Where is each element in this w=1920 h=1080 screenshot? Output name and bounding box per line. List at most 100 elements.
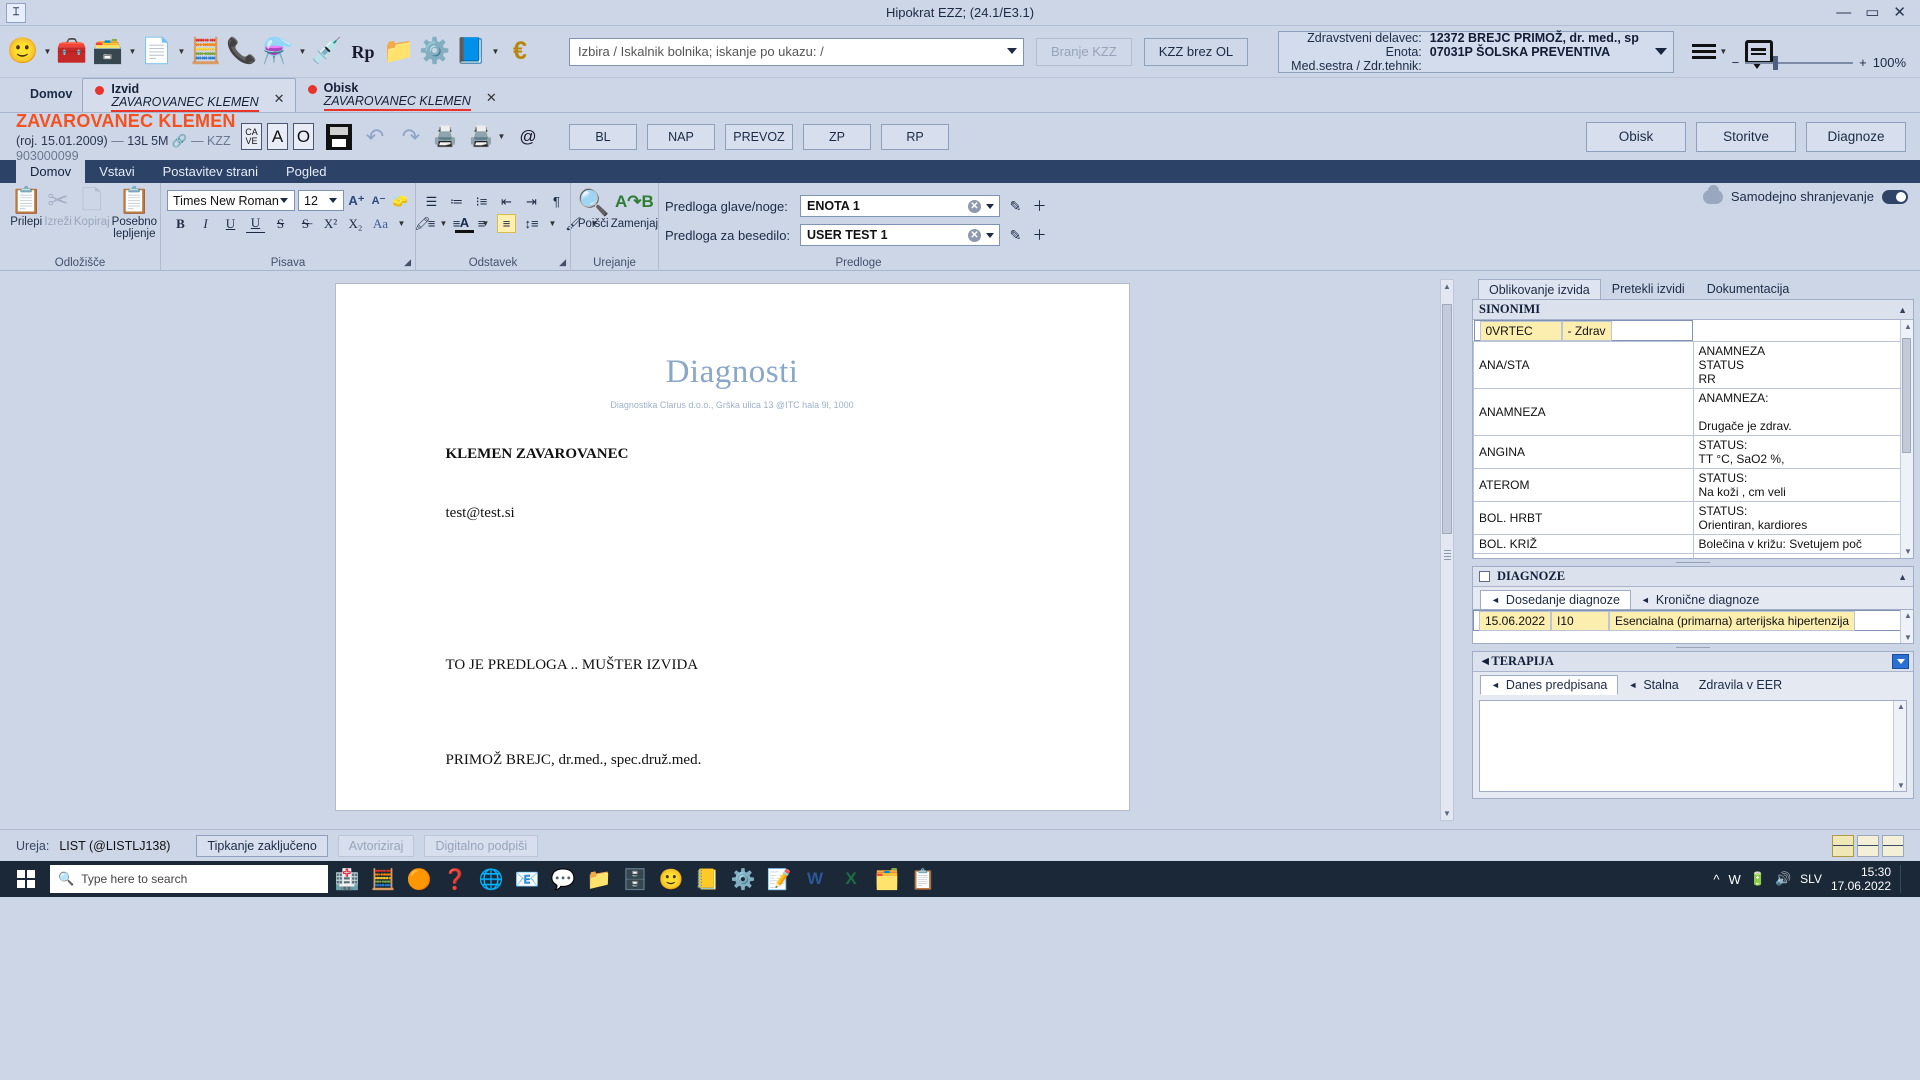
diagnoses-scroll-up-arrow[interactable]: ▲ <box>1904 611 1912 620</box>
header-template-select[interactable]: ENOTA 1 ✕ <box>800 195 1000 217</box>
font-group-expand-icon[interactable]: ◢ <box>404 257 411 268</box>
view-notes-icon[interactable] <box>1832 834 1854 857</box>
table-row[interactable]: ANAMNEZA ANAMNEZA: Drugače je zdrav. <box>1473 388 1913 436</box>
hamburger-dropdown-caret[interactable]: ▼ <box>1718 47 1729 56</box>
change-case-button[interactable]: Aa <box>371 214 390 233</box>
header-template-add-icon[interactable]: ＋ <box>1031 196 1048 216</box>
print-icon[interactable]: 🖨️ <box>430 123 460 151</box>
replace-button[interactable]: A↷B Zamenjaj <box>611 188 658 230</box>
undo-arrow-icon[interactable]: ↶ <box>362 124 388 150</box>
zoom-in-button[interactable]: + <box>1859 55 1867 70</box>
table-icon[interactable]: 🧮 <box>189 35 223 69</box>
zoom-slider-knob[interactable] <box>1773 55 1779 70</box>
numbered-list-icon[interactable]: ≔ <box>447 192 466 211</box>
taskbar-outlook-icon[interactable]: 📧 <box>510 862 544 896</box>
editor-scroll-up-arrow[interactable]: ▲ <box>1443 282 1451 291</box>
editor-scroll-down-arrow[interactable]: ▼ <box>1443 809 1451 818</box>
diagnoses-collapse-icon[interactable]: ▲ <box>1898 572 1907 582</box>
therapy-textarea[interactable]: ▲ ▼ <box>1479 700 1907 792</box>
therapy-filter-button[interactable] <box>1892 654 1909 669</box>
shrink-font-icon[interactable]: A⁻ <box>369 191 388 210</box>
taskbar-excel-icon[interactable]: X <box>834 862 868 896</box>
taskbar-folder-icon[interactable]: 📒 <box>690 862 724 896</box>
document-icon[interactable]: 📄 <box>140 35 174 69</box>
diagnoses-checkbox[interactable] <box>1479 571 1490 582</box>
subscript-button[interactable]: X₂ <box>346 214 365 233</box>
digital-sign-button[interactable]: Digitalno podpiši <box>424 834 539 857</box>
document-page[interactable]: Diagnosti Diagnostika Clarus d.o.o., Grš… <box>334 283 1130 811</box>
therapy-scroll-down-arrow[interactable]: ▼ <box>1897 781 1905 790</box>
blue-book-icon[interactable]: 📘 <box>454 35 488 69</box>
practitioner-dropdown-caret[interactable] <box>1654 48 1667 55</box>
align-justify-icon[interactable]: ≡ <box>497 214 516 233</box>
subtab-kronicne-diagnoze[interactable]: ◄ Kronične diagnoze <box>1631 591 1769 609</box>
taskbar-help-icon[interactable]: ❓ <box>438 862 472 896</box>
copy-button[interactable]: 🗋 Kopiraj <box>74 186 110 228</box>
tab-obisk[interactable]: Obisk ZAVAROVANEC KLEMEN ✕ <box>296 78 507 112</box>
header-template-edit-icon[interactable]: ✎ <box>1007 198 1024 215</box>
superscript-button[interactable]: X² <box>321 214 340 233</box>
line-spacing-caret[interactable]: ▼ <box>547 219 558 228</box>
branje-kzz-button[interactable]: Branje KZZ <box>1036 37 1132 66</box>
tray-clock[interactable]: 15:30 17.06.2022 <box>1831 865 1891 893</box>
editor-scroll-thumb[interactable] <box>1442 304 1452 534</box>
diagnoze-button[interactable]: Diagnoze <box>1806 121 1906 152</box>
table-row[interactable]: BOL. HRBT STATUS: Orientiran, kardiores <box>1473 501 1913 535</box>
save-floppy-icon[interactable] <box>326 123 352 150</box>
taskbar-teams-icon[interactable]: 💬 <box>546 862 580 896</box>
ribbon-tab-vstavi[interactable]: Vstavi <box>85 160 148 183</box>
diagnoses-scroll-down-arrow[interactable]: ▼ <box>1904 633 1912 642</box>
lab-flask-icon[interactable]: ⚗️ <box>261 35 295 69</box>
text-template-select[interactable]: USER TEST 1 ✕ <box>800 224 1000 246</box>
windows-start-icon[interactable] <box>4 861 48 897</box>
align-left-icon[interactable]: ≡ <box>422 214 441 233</box>
euro-coin-icon[interactable]: € <box>503 35 537 69</box>
tray-chevron-icon[interactable]: ^ <box>1713 872 1719 887</box>
font-size-select[interactable]: 12 <box>298 190 344 211</box>
chip-bl[interactable]: BL <box>569 123 637 150</box>
taskbar-explorer-icon[interactable]: 📁 <box>582 862 616 896</box>
chip-rp[interactable]: RP <box>881 123 949 150</box>
taskbar-search-input[interactable]: 🔍 Type here to search <box>50 865 328 893</box>
therapy-scrollbar[interactable]: ▲ ▼ <box>1893 701 1906 791</box>
settings-gear-icon[interactable]: ⚙️ <box>418 35 452 69</box>
first-aid-icon[interactable]: 🧰 <box>55 35 89 69</box>
synonyms-scroll-up-arrow[interactable]: ▲ <box>1904 322 1912 331</box>
table-row[interactable]: ATEROM STATUS: Na koži , cm veli <box>1473 468 1913 502</box>
taskbar-app2-icon[interactable]: 🗂️ <box>870 862 904 896</box>
notification-center-icon[interactable] <box>1900 865 1908 893</box>
book-dropdown-caret[interactable]: ▼ <box>490 47 501 56</box>
italic-button[interactable]: I <box>196 214 215 233</box>
email-at-icon[interactable]: @ <box>513 123 543 151</box>
multilevel-list-icon[interactable]: ⁝≡ <box>472 192 491 211</box>
paragraph-group-expand-icon[interactable]: ◢ <box>559 257 566 268</box>
tray-word-icon[interactable]: W <box>1728 872 1740 887</box>
therapy-scroll-up-arrow[interactable]: ▲ <box>1897 702 1905 711</box>
underline-button[interactable]: U <box>221 214 240 233</box>
taskbar-smiley-icon[interactable]: 🙂 <box>654 862 688 896</box>
paste-button[interactable]: 📋 Prilepi <box>10 186 42 228</box>
blood-o-badge[interactable]: O <box>293 123 314 150</box>
synonyms-scroll-down-arrow[interactable]: ▼ <box>1904 547 1912 556</box>
tab-izvid-close-icon[interactable]: ✕ <box>274 91 285 107</box>
table-row[interactable]: 0VRTEC - Zdrav <box>1473 320 1693 341</box>
pilcrow-icon[interactable]: ¶ <box>547 192 566 211</box>
clear-formatting-icon[interactable]: 🧽 <box>391 191 410 210</box>
synonyms-scroll-thumb[interactable] <box>1902 338 1911 453</box>
call-message-icon[interactable]: 📞 <box>225 35 259 69</box>
search-input[interactable] <box>569 37 1024 66</box>
decrease-indent-icon[interactable]: ⇤ <box>497 192 516 211</box>
chip-prevoz[interactable]: PREVOZ <box>725 123 793 150</box>
tab-oblikovanje-izvida[interactable]: Oblikovanje izvida <box>1478 279 1601 299</box>
taskbar-settings-icon[interactable]: ⚙️ <box>726 862 760 896</box>
align-center-icon[interactable]: ≡ <box>447 214 466 233</box>
tab-izvid[interactable]: Izvid ZAVAROVANEC KLEMEN ✕ <box>82 78 296 112</box>
tray-volume-icon[interactable]: 🔊 <box>1775 871 1791 887</box>
chip-nap[interactable]: NAP <box>647 123 715 150</box>
subtab-stalna[interactable]: ◄ Stalna <box>1618 676 1688 694</box>
paste-special-button[interactable]: 📋 Posebno lepljenje <box>112 186 157 240</box>
print-add-icon[interactable]: 🖨️ <box>466 123 496 151</box>
text-template-clear-icon[interactable]: ✕ <box>968 228 981 242</box>
view-page-icon[interactable] <box>1882 834 1904 857</box>
taskbar-orange-app-icon[interactable]: 🟠 <box>402 862 436 896</box>
